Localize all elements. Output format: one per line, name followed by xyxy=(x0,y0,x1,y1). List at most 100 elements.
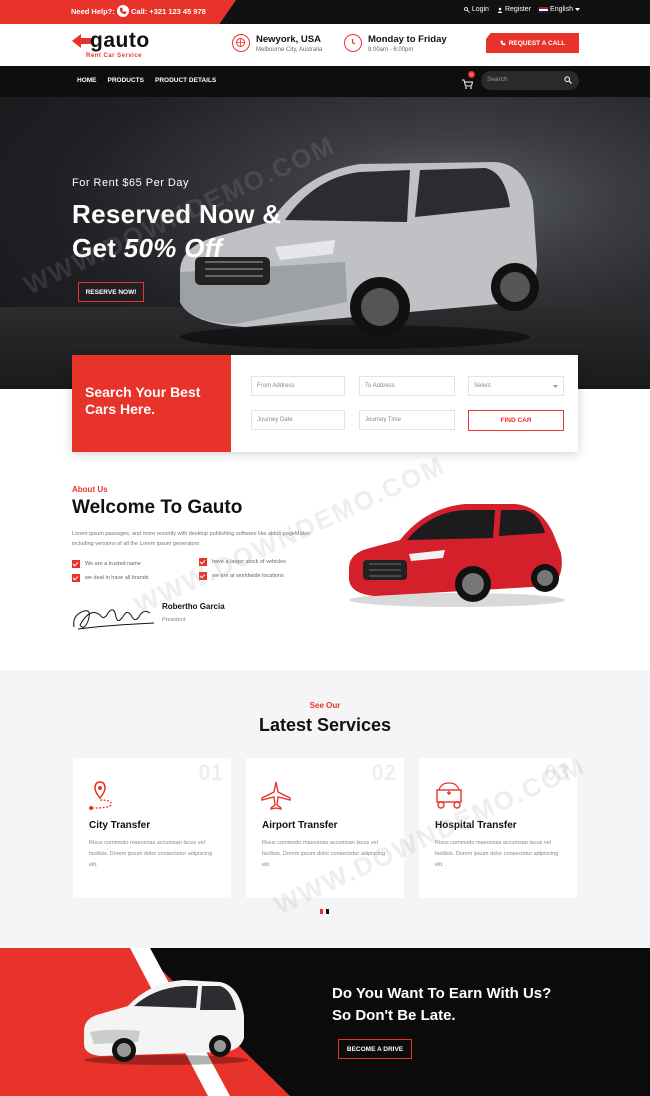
services-title: Latest Services xyxy=(258,715,392,735)
cart-icon xyxy=(462,79,474,89)
about-check-item: we are at worldwide locations xyxy=(199,572,284,580)
help-strip: Need Help?: Call: +321 123 45 978 xyxy=(0,0,236,24)
about-check-label: we are at worldwide locations xyxy=(212,573,284,579)
caret-down-icon xyxy=(575,7,580,11)
uk-flag-icon xyxy=(539,6,549,13)
checkbox-icon xyxy=(72,560,80,568)
cart-button[interactable]: 0 xyxy=(462,71,475,94)
earn-title-line1: Do You Want To Earn With Us? xyxy=(332,985,552,1002)
carousel-dot-active[interactable] xyxy=(320,909,323,914)
service-number: 02 xyxy=(371,760,396,785)
service-text: Risus commodo maecenas accumsan lacus ve… xyxy=(262,840,386,868)
logo-mark-icon xyxy=(72,34,91,48)
car-type-select-value: Select xyxy=(474,383,491,389)
from-address-input[interactable]: From Address xyxy=(251,376,345,396)
map-route-icon xyxy=(89,781,112,810)
car-type-select[interactable]: Select xyxy=(468,376,564,396)
earn-title: Do You Want To Earn With Us? So Don't Be… xyxy=(332,983,551,1027)
phone-number[interactable]: Call: +321 123 45 978 xyxy=(131,7,206,16)
journey-date-input[interactable]: Journey Date xyxy=(251,410,345,430)
top-bar: Need Help?: Call: +321 123 45 978 Login … xyxy=(0,0,650,24)
service-title: Hospital Transfer xyxy=(435,820,517,831)
chevron-down-icon xyxy=(553,385,558,388)
service-title: City Transfer xyxy=(89,820,151,831)
nav-home[interactable]: HOME xyxy=(77,77,97,84)
service-card[interactable]: 03 Hospital Transfer Risus commodo maece… xyxy=(419,758,577,898)
earn-title-line2: So Don't Be Late. xyxy=(332,1007,456,1024)
hero-title: Reserved Now & Get 50% Off xyxy=(72,197,281,265)
about-check-label: we deal in have all brands xyxy=(85,575,149,581)
become-driver-button[interactable]: BECOME A DRIVE xyxy=(338,1039,412,1059)
request-call-button[interactable]: REQUEST A CALL xyxy=(486,33,579,53)
hero-title-line2: Get 50% Off xyxy=(72,231,281,265)
checkbox-icon xyxy=(199,558,207,566)
about-check-label: have a larger stock of vehicles xyxy=(212,559,286,565)
checkbox-icon xyxy=(199,572,207,580)
clock-icon xyxy=(344,34,362,52)
search-icon[interactable] xyxy=(564,76,572,84)
service-number: 03 xyxy=(544,760,569,785)
user-icon xyxy=(497,7,503,13)
hours-info: Monday to Friday 9:00am - 6:00pm xyxy=(344,34,447,53)
to-address-input[interactable]: To Address xyxy=(359,376,455,396)
about-check-label: We are a trusted name xyxy=(85,561,141,567)
service-text: Risus commodo maecenas accumsan lacus ve… xyxy=(435,840,559,868)
login-link[interactable]: Login xyxy=(463,6,489,13)
service-card[interactable]: 01 City Transfer Risus commodo maecenas … xyxy=(73,758,231,898)
earn-banner: Do You Want To Earn With Us? So Don't Be… xyxy=(0,948,650,1096)
about-text: Lorem ipsum passages, and more recently … xyxy=(72,531,311,547)
globe-icon xyxy=(232,34,250,52)
service-number: 01 xyxy=(198,760,223,785)
key-icon xyxy=(463,6,470,13)
reserve-now-button[interactable]: RESERVE NOW! xyxy=(78,282,144,302)
phone-icon xyxy=(117,5,129,17)
checkbox-icon xyxy=(72,574,80,582)
signer-role: President xyxy=(162,617,186,623)
header: gauto Rent Car Service Newyork, USA Melb… xyxy=(0,24,650,66)
hours-title: Monday to Friday xyxy=(368,34,447,45)
phone-icon xyxy=(500,40,506,46)
register-link[interactable]: Register xyxy=(497,6,531,13)
service-title: Airport Transfer xyxy=(262,820,338,831)
search-input[interactable]: Search xyxy=(481,71,579,90)
hero-title-line1: Reserved Now & xyxy=(72,199,282,229)
car-search-form: Search Your Best Cars Here. From Address… xyxy=(72,355,578,452)
about-pretitle: About Us xyxy=(72,485,108,494)
hero-title-discount: 50% Off xyxy=(123,233,223,263)
signer-name: Robertho Garcia xyxy=(162,602,225,611)
nav-product-details[interactable]: PRODUCT DETAILS xyxy=(155,77,216,84)
hero-title-prefix: Get xyxy=(72,233,124,263)
logo-text: gauto xyxy=(90,29,150,52)
logo-tagline: Rent Car Service xyxy=(86,53,143,59)
service-card[interactable]: 02 Airport Transfer Risus commodo maecen… xyxy=(246,758,404,898)
about-check-item: We are a trusted name xyxy=(72,560,141,568)
red-car-image xyxy=(349,504,565,607)
service-text: Risus commodo maecenas accumsan lacus ve… xyxy=(89,840,213,868)
about-title: Welcome To Gauto xyxy=(72,497,243,518)
carousel-dots xyxy=(320,909,329,914)
cart-count-badge: 0 xyxy=(468,71,475,78)
hero-pretitle: For Rent $65 Per Day xyxy=(72,177,189,189)
location-info: Newyork, USA Melbourne City, Australia xyxy=(232,34,322,53)
help-label: Need Help?: xyxy=(71,7,115,16)
about-check-item: have a larger stock of vehicles xyxy=(199,558,286,566)
services-pretitle: See Our xyxy=(309,701,341,710)
signature-image xyxy=(73,609,155,630)
search-placeholder: Search xyxy=(487,76,508,83)
about-check-item: we deal in have all brands xyxy=(72,574,149,582)
carousel-dot[interactable] xyxy=(326,909,329,914)
location-subtitle: Melbourne City, Australia xyxy=(256,47,323,53)
request-call-label: REQUEST A CALL xyxy=(508,39,566,47)
hours-subtitle: 9:00am - 6:00pm xyxy=(368,47,414,53)
location-title: Newyork, USA xyxy=(256,34,321,45)
search-form-heading-panel: Search Your Best Cars Here. xyxy=(72,355,231,452)
hospital-icon xyxy=(436,782,462,809)
journey-time-input[interactable]: Journey Time xyxy=(359,410,455,430)
search-form-heading: Search Your Best Cars Here. xyxy=(85,384,201,417)
hero-banner: For Rent $65 Per Day Reserved Now & Get … xyxy=(0,97,650,389)
account-links: Login Register English xyxy=(463,6,580,13)
airplane-icon xyxy=(261,781,291,810)
find-car-button[interactable]: FIND CAR xyxy=(468,410,564,431)
nav-products[interactable]: PRODUCTS xyxy=(108,77,144,84)
language-selector[interactable]: English xyxy=(539,6,580,13)
